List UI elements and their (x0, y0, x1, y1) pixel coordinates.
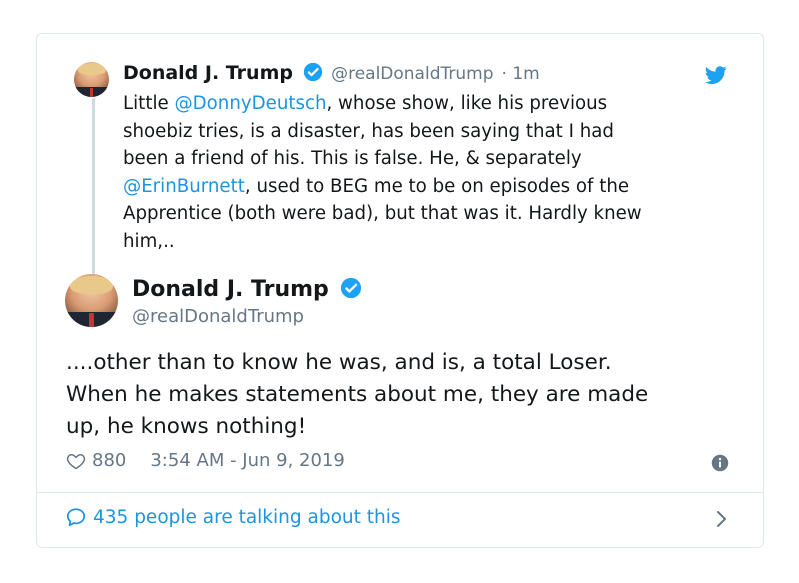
quoted-author-name[interactable]: Donald J. Trump (123, 62, 293, 84)
verified-badge-icon (341, 277, 362, 299)
quoted-text-segment: , used to BEG me to be on episodes of th… (244, 175, 630, 197)
quoted-text-line: @ErinBurnett, used to BEG me to be on ep… (123, 173, 733, 201)
mention-link[interactable]: @DonnyDeutsch (174, 93, 326, 114)
mention-link[interactable]: @ErinBurnett (123, 176, 245, 197)
quoted-text-segment: him,.. (123, 230, 175, 252)
verified-badge-icon (303, 62, 323, 82)
tweet-text-line: When he makes statements about me, they … (66, 382, 649, 407)
quoted-text-segment: , whose show, like his previous (326, 93, 608, 114)
quoted-text-segment: been a friend of his. This is false. He,… (123, 148, 582, 170)
info-icon[interactable] (711, 454, 729, 472)
quoted-text-segment: Little (123, 93, 175, 114)
quoted-tweet-text: Little @DonnyDeutsch, whose show, like h… (123, 90, 733, 256)
divider (37, 492, 763, 493)
like-count[interactable]: 880 (92, 450, 126, 471)
tweet-meta: 880 3:54 AM - Jun 9, 2019 (66, 450, 345, 471)
quoted-header: Donald J. Trump @realDonaldTrump · 1m (123, 62, 540, 84)
quoted-avatar[interactable] (74, 62, 109, 97)
tweet-text-line: up, he knows nothing! (66, 414, 307, 439)
quoted-text-line: been a friend of his. This is false. He,… (123, 145, 733, 173)
quoted-text-segment: shoebiz tries, is a disaster, has been s… (123, 120, 614, 142)
quoted-text-segment: Apprentice (both were bad), but that was… (123, 203, 642, 225)
author-name-row: Donald J. Trump (132, 277, 362, 302)
comment-bubble-icon (66, 508, 86, 527)
conversation-link[interactable]: 435 people are talking about this (65, 506, 401, 528)
author-avatar[interactable] (65, 274, 118, 327)
quoted-author-handle[interactable]: @realDonaldTrump (331, 64, 493, 84)
tweet-timestamp[interactable]: 3:54 AM - Jun 9, 2019 (150, 450, 344, 471)
tweet-text-line: ....other than to know he was, and is, a… (66, 350, 612, 375)
twitter-bird-icon[interactable] (705, 64, 727, 86)
author-name[interactable]: Donald J. Trump (132, 277, 329, 302)
chevron-right-icon[interactable] (715, 508, 729, 530)
tweet-embed-card: Donald J. Trump @realDonaldTrump · 1m Li… (36, 33, 764, 548)
author-handle[interactable]: @realDonaldTrump (132, 306, 304, 327)
quoted-text-line: Little @DonnyDeutsch, whose show, like h… (123, 90, 733, 118)
heart-icon[interactable] (66, 451, 86, 471)
quoted-text-line: him,.. (123, 228, 733, 256)
conversation-count-label: 435 people are talking about this (93, 506, 401, 528)
quoted-timestamp[interactable]: · 1m (502, 64, 540, 84)
quoted-text-line: shoebiz tries, is a disaster, has been s… (123, 118, 733, 146)
tweet-text: ....other than to know he was, and is, a… (66, 347, 746, 443)
quoted-text-line: Apprentice (both were bad), but that was… (123, 200, 733, 228)
